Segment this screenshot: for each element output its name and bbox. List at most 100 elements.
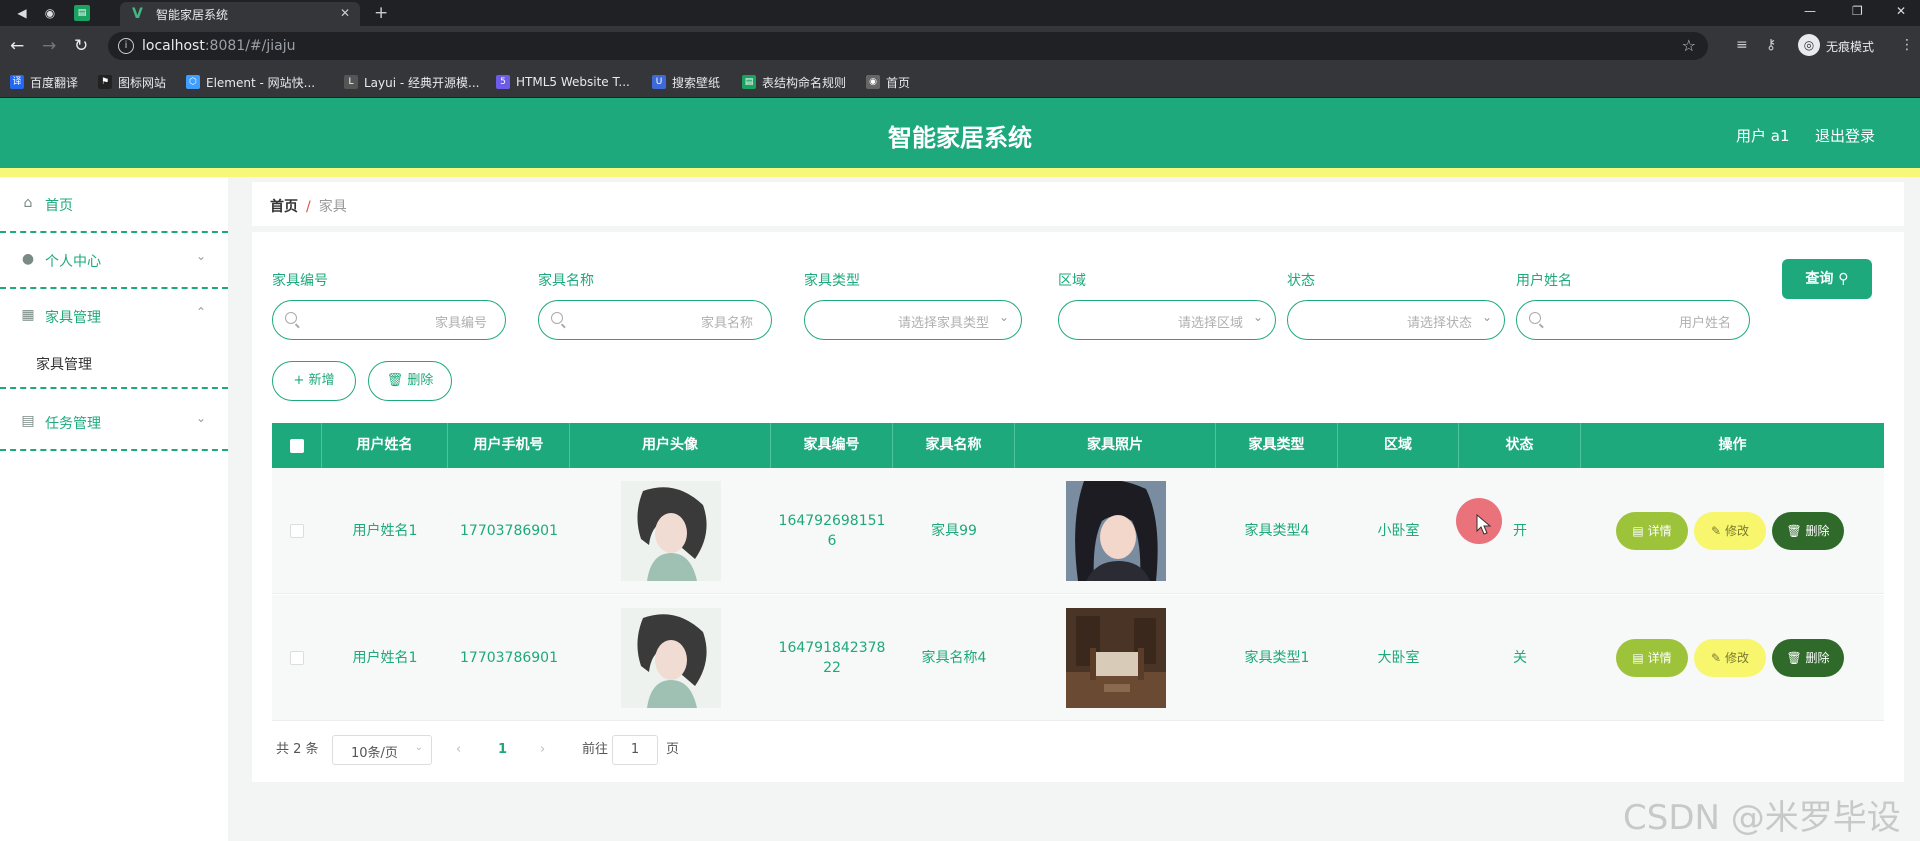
bookmark-item[interactable]: ◉ 首页 xyxy=(866,74,910,90)
filter-furniture-type: 家具类型 请选择家具类型 ⌄ xyxy=(804,270,1022,340)
next-page-icon[interactable]: › xyxy=(540,735,545,765)
main-panel: 家具编号 家具编号 家具名称 家具名称 家具类型 请选择家具类型 ⌄ 区域 请选… xyxy=(252,232,1904,782)
cell-furniture-name: 家具名称4 xyxy=(921,650,987,666)
batch-delete-button[interactable]: 🗑︎ 删除 xyxy=(368,361,452,401)
cell-furniture-code: 164792698151 6 xyxy=(778,513,886,549)
html5-logo-icon: 5 xyxy=(496,75,510,89)
furniture-name-input[interactable]: 家具名称 xyxy=(538,300,772,340)
chevron-down-icon: ⌄ xyxy=(195,411,206,425)
detail-button[interactable]: ▤ 详情 xyxy=(1616,639,1688,677)
filter-label: 状态 xyxy=(1287,273,1315,289)
vue-logo-icon: V xyxy=(132,6,143,22)
sidebar-item-furniture[interactable]: ▦ 家具管理 ⌃ xyxy=(0,289,228,345)
cell-furniture-photo xyxy=(1015,468,1216,594)
current-user[interactable]: 用户 a1 xyxy=(1736,125,1790,146)
document-icon: ▤ xyxy=(1632,651,1644,665)
row-checkbox[interactable] xyxy=(290,651,304,665)
select-all-checkbox[interactable] xyxy=(290,439,304,453)
incognito-icon[interactable]: ◎ xyxy=(1798,34,1820,56)
bookmark-item[interactable]: 译百度翻译 xyxy=(10,74,78,90)
filter-furniture-name: 家具名称 家具名称 xyxy=(538,270,772,340)
user-avatar-image xyxy=(620,608,721,708)
column-header: 家具照片 xyxy=(1015,423,1216,468)
edit-button[interactable]: ✎ 修改 xyxy=(1694,512,1766,550)
url-path: :8081/#/jiaju xyxy=(204,38,296,54)
bookmark-item[interactable]: 5 HTML5 Website T... xyxy=(496,74,630,90)
area-select[interactable]: 请选择区域 ⌄ xyxy=(1058,300,1276,340)
breadcrumb-current: 家具 xyxy=(318,199,347,215)
bookmarks-bar: 译百度翻译 ⚑ 图标网站 ⬡ Element - 网站快... L Layui - 经… xyxy=(0,66,1920,98)
active-tab[interactable]: V 智能家居系统 ✕ xyxy=(120,2,360,26)
bookmark-item[interactable]: U 搜索壁纸 xyxy=(652,74,720,90)
bookmark-item[interactable]: L Layui - 经典开源模... xyxy=(344,74,479,90)
sheet-icon[interactable]: ▤ xyxy=(74,5,90,21)
cell-phone: 17703786901 xyxy=(460,650,558,666)
tab-title: 智能家居系统 xyxy=(156,8,229,22)
detail-button[interactable]: ▤ 详情 xyxy=(1616,512,1688,550)
trash-icon: 🗑︎ xyxy=(1786,651,1802,665)
chevron-down-icon: ⌄ xyxy=(414,742,423,753)
query-button[interactable]: 查询 ⚲ xyxy=(1782,259,1872,299)
info-icon[interactable]: i xyxy=(118,38,134,54)
forward-icon[interactable]: → xyxy=(42,36,56,56)
restore-icon[interactable]: ❐ xyxy=(1852,4,1863,18)
add-button[interactable]: + 新增 xyxy=(272,361,356,401)
more-menu-icon[interactable]: ⋮ xyxy=(1900,37,1914,53)
placeholder: 家具名称 xyxy=(700,316,753,331)
edit-button[interactable]: ✎ 修改 xyxy=(1694,639,1766,677)
total-count: 共 2 条 xyxy=(276,742,319,757)
cell-furniture-type: 家具类型4 xyxy=(1244,523,1310,539)
page-size-select[interactable]: 10条/页 ⌄ xyxy=(332,735,432,765)
cell-status: 关 xyxy=(1513,650,1527,666)
sidebar-subitem-furniture-management[interactable]: 家具管理 xyxy=(36,354,92,373)
breadcrumb-home[interactable]: 首页 xyxy=(270,199,298,215)
bookmark-item[interactable]: ▤ 表结构命名规则 xyxy=(742,74,846,90)
layui-logo-icon: L xyxy=(344,75,358,89)
close-tab-icon[interactable]: ✕ xyxy=(340,6,350,20)
key-icon[interactable]: ⚷ xyxy=(1766,37,1776,53)
user-name-input[interactable]: 用户姓名 xyxy=(1516,300,1750,340)
prev-page-icon[interactable]: ‹ xyxy=(456,735,461,765)
status-select[interactable]: 请选择状态 ⌄ xyxy=(1287,300,1505,340)
filter-label: 家具名称 xyxy=(538,273,594,289)
goto-page-input[interactable]: 1 xyxy=(612,735,658,765)
sidebar-item-profile[interactable]: ● 个人中心 ⌄ xyxy=(0,233,228,289)
chevron-down-icon: ⌄ xyxy=(195,249,206,263)
user-avatar-image xyxy=(620,481,721,581)
close-window-icon[interactable]: ✕ xyxy=(1896,4,1906,18)
minimize-icon[interactable]: — xyxy=(1804,4,1816,18)
reload-icon[interactable]: ↻ xyxy=(74,36,88,56)
globe-icon[interactable]: ◉ xyxy=(42,5,58,21)
page-number[interactable]: 1 xyxy=(498,735,507,765)
element-logo-icon: ⬡ xyxy=(186,75,200,89)
back-icon[interactable]: ← xyxy=(10,36,24,56)
app-title: 智能家居系统 xyxy=(888,124,1032,152)
search-icon xyxy=(551,312,563,324)
cell-furniture-code: 164791842378 22 xyxy=(778,640,886,676)
logout-link[interactable]: 退出登录 xyxy=(1815,125,1875,146)
filter-label: 区域 xyxy=(1058,273,1086,289)
furniture-type-select[interactable]: 请选择家具类型 ⌄ xyxy=(804,300,1022,340)
new-tab-icon[interactable]: + xyxy=(374,3,388,23)
row-checkbox[interactable] xyxy=(290,524,304,538)
delete-button[interactable]: 🗑︎ 删除 xyxy=(1772,639,1844,677)
audio-icon[interactable]: ◀ xyxy=(14,5,30,21)
reading-list-icon[interactable]: ≡ xyxy=(1736,37,1748,53)
sidebar: ⌂ 首页 ● 个人中心 ⌄ ▦ 家具管理 ⌃ 家具管理 ▤ 任务管理 ⌄ xyxy=(0,177,228,841)
sidebar-item-tasks[interactable]: ▤ 任务管理 ⌄ xyxy=(0,395,228,451)
column-header: 操作 xyxy=(1718,437,1747,453)
sheet-icon: ▤ xyxy=(742,75,756,89)
url-input[interactable]: i localhost:8081/#/jiaju ☆ xyxy=(108,32,1708,60)
bookmark-item[interactable]: ⬡ Element - 网站快... xyxy=(186,74,315,90)
delete-button[interactable]: 🗑︎ 删除 xyxy=(1772,512,1844,550)
sidebar-item-home[interactable]: ⌂ 首页 xyxy=(0,177,228,233)
document-icon: ▤ xyxy=(1632,524,1644,538)
bookmark-star-icon[interactable]: ☆ xyxy=(1682,36,1696,55)
bookmark-item[interactable]: ⚑ 图标网站 xyxy=(98,74,166,90)
url-host: localhost xyxy=(142,38,205,54)
search-icon xyxy=(1529,312,1541,324)
home-icon: ⌂ xyxy=(23,195,33,211)
breadcrumb-separator: / xyxy=(306,199,311,215)
furniture-code-input[interactable]: 家具编号 xyxy=(272,300,506,340)
placeholder: 请选择状态 xyxy=(1406,316,1472,331)
